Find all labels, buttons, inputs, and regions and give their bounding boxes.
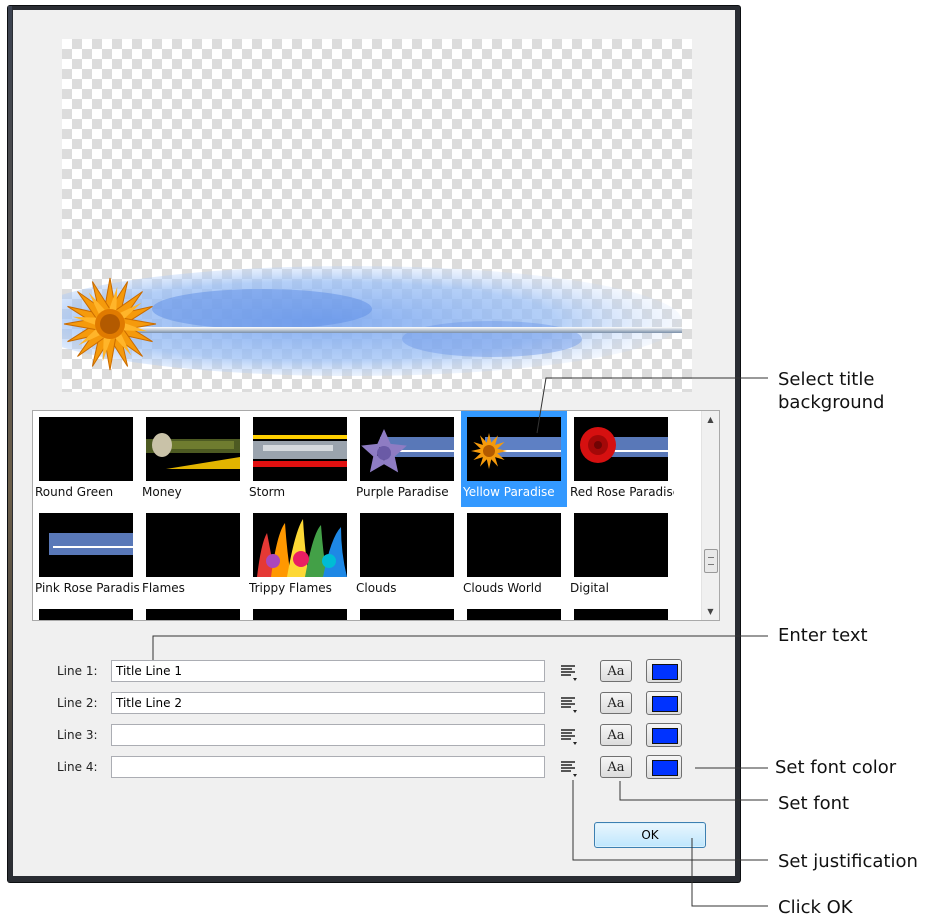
- callout-set-font: Set font: [778, 793, 850, 814]
- callout-set-font-color: Set font color: [775, 757, 897, 778]
- callout-enter-text: Enter text: [778, 625, 868, 646]
- callout-select-background: Select title background: [778, 369, 885, 413]
- callout-set-justification: Set justification: [778, 851, 918, 872]
- callout-click-ok: Click OK: [778, 897, 853, 918]
- callout-leaders: [152, 377, 768, 907]
